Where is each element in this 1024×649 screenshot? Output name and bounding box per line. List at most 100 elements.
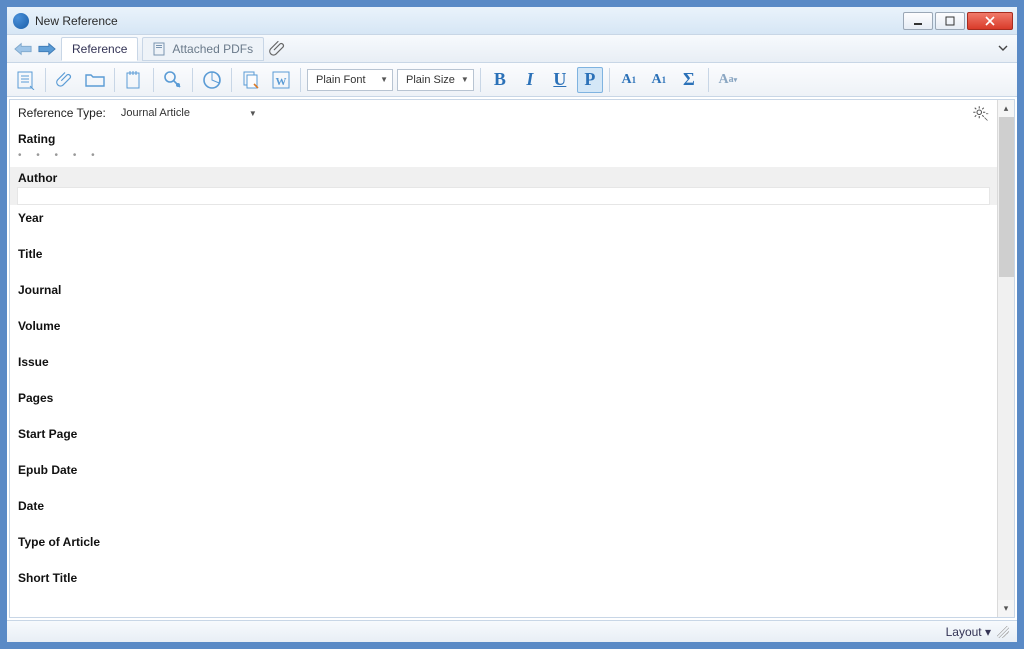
scroll-up-button[interactable]: ▴: [998, 100, 1014, 117]
field-label: Type of Article: [18, 531, 989, 551]
paperclip-icon: [269, 40, 287, 58]
attach-file-button[interactable]: [52, 67, 78, 93]
field-issue[interactable]: Issue: [10, 351, 997, 387]
subscript-button[interactable]: A1: [646, 67, 672, 93]
field-start-page[interactable]: Start Page: [10, 423, 997, 459]
field-short-title[interactable]: Short Title: [10, 567, 997, 587]
sigma-button[interactable]: Σ: [676, 67, 702, 93]
copy-icon: [241, 70, 261, 90]
tab-attached-pdfs[interactable]: Attached PDFs: [142, 37, 264, 61]
field-author[interactable]: Author: [10, 167, 997, 205]
separator: [480, 68, 481, 92]
italic-button[interactable]: I: [517, 67, 543, 93]
chevron-down-icon: ▼: [249, 109, 257, 118]
field-date[interactable]: Date: [10, 495, 997, 531]
rating-stars[interactable]: • • • • •: [10, 148, 997, 167]
minimize-button[interactable]: [903, 12, 933, 30]
back-button[interactable]: [13, 39, 33, 59]
resize-grip[interactable]: [997, 626, 1009, 638]
scroll-track[interactable]: [998, 277, 1014, 600]
reference-type-value: Journal Article: [121, 107, 190, 119]
font-value: Plain Font: [316, 74, 366, 86]
size-select[interactable]: Plain Size ▼: [397, 69, 474, 91]
field-input[interactable]: [18, 371, 989, 387]
maximize-button[interactable]: [935, 12, 965, 30]
layout-menu[interactable]: Layout ▾: [946, 625, 991, 639]
nav-row: Reference Attached PDFs: [7, 35, 1017, 63]
field-input[interactable]: [18, 443, 989, 459]
separator: [609, 68, 610, 92]
gear-icon: [971, 104, 989, 122]
status-bar: Layout ▾: [7, 620, 1017, 642]
reference-type-select[interactable]: Journal Article ▼: [112, 103, 262, 123]
size-value: Plain Size: [406, 74, 455, 86]
nav-options[interactable]: [997, 42, 1011, 56]
font-select[interactable]: Plain Font ▼: [307, 69, 393, 91]
pdf-icon: [153, 42, 167, 56]
tab-label: Reference: [72, 42, 127, 56]
minimize-icon: [913, 16, 923, 26]
field-label: Author: [18, 167, 989, 187]
copy-button[interactable]: [238, 67, 264, 93]
form-icon: [16, 70, 36, 90]
form-button[interactable]: [13, 67, 39, 93]
close-button[interactable]: [967, 12, 1013, 30]
separator: [708, 68, 709, 92]
field-volume[interactable]: Volume: [10, 315, 997, 351]
scroll-down-button[interactable]: ▾: [998, 600, 1014, 617]
tab-label: Attached PDFs: [172, 42, 253, 56]
field-label: Rating: [18, 128, 989, 148]
arrow-left-icon: [14, 42, 32, 56]
open-folder-button[interactable]: [82, 67, 108, 93]
superscript-button[interactable]: A1: [616, 67, 642, 93]
search-web-button[interactable]: [160, 67, 186, 93]
chevron-down-icon: ▼: [380, 75, 388, 84]
vertical-scrollbar[interactable]: ▴ ▾: [997, 100, 1014, 617]
field-year[interactable]: Year: [10, 207, 997, 243]
tab-reference[interactable]: Reference: [61, 37, 138, 61]
window-buttons: [903, 12, 1013, 30]
chevron-down-icon: [997, 42, 1009, 54]
separator: [231, 68, 232, 92]
field-input[interactable]: [18, 479, 989, 495]
field-input[interactable]: [18, 407, 989, 423]
field-label: Short Title: [18, 567, 989, 587]
titlebar[interactable]: New Reference: [7, 7, 1017, 35]
field-input[interactable]: [18, 299, 989, 315]
bold-button[interactable]: B: [487, 67, 513, 93]
field-input[interactable]: [18, 551, 989, 567]
chevron-down-icon: ▼: [461, 75, 469, 84]
attach-button[interactable]: [268, 39, 288, 59]
field-label: Date: [18, 495, 989, 515]
field-rating[interactable]: Rating: [10, 128, 997, 148]
field-input[interactable]: [18, 263, 989, 279]
underline-button[interactable]: U: [547, 67, 573, 93]
field-type-of-article[interactable]: Type of Article: [10, 531, 997, 567]
field-input[interactable]: [18, 227, 989, 243]
field-journal[interactable]: Journal: [10, 279, 997, 315]
field-input[interactable]: [18, 335, 989, 351]
close-icon: [984, 16, 996, 26]
case-button[interactable]: Aa▾: [715, 67, 741, 93]
plain-button[interactable]: P: [577, 67, 603, 93]
scroll-thumb[interactable]: [999, 117, 1014, 277]
chart-button[interactable]: [199, 67, 225, 93]
word-button[interactable]: W: [268, 67, 294, 93]
field-label: Issue: [18, 351, 989, 371]
field-title[interactable]: Title: [10, 243, 997, 279]
separator: [114, 68, 115, 92]
content-area: Reference Type: Journal Article ▼ Rating…: [9, 99, 1015, 618]
field-input[interactable]: [18, 515, 989, 531]
field-input[interactable]: [17, 187, 990, 205]
forward-button[interactable]: [37, 39, 57, 59]
reference-type-row: Reference Type: Journal Article ▼: [10, 100, 997, 126]
field-label: Pages: [18, 387, 989, 407]
field-epub-date[interactable]: Epub Date: [10, 459, 997, 495]
field-label: Volume: [18, 315, 989, 335]
field-label: Start Page: [18, 423, 989, 443]
note-button[interactable]: [121, 67, 147, 93]
toolbar: W Plain Font ▼ Plain Size ▼ B I U P A1 A…: [7, 63, 1017, 97]
field-pages[interactable]: Pages: [10, 387, 997, 423]
reference-type-label: Reference Type:: [18, 106, 106, 120]
settings-button[interactable]: [971, 104, 989, 122]
